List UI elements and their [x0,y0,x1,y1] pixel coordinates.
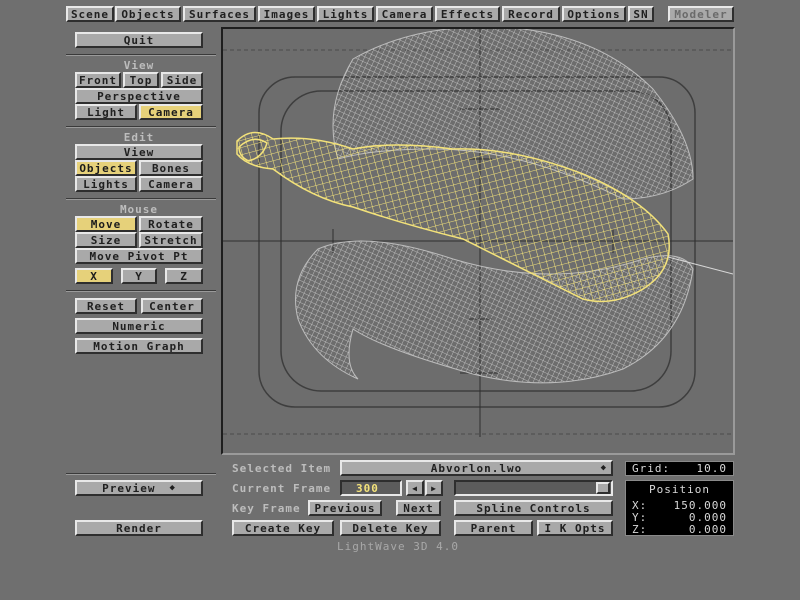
view-side-button[interactable]: Side [161,72,203,88]
spline-controls-button[interactable]: Spline Controls [454,500,613,516]
position-z-value: 0.000 [688,523,727,536]
grid-readout: Grid: 10.0 [625,461,734,476]
tab-effects[interactable]: Effects [435,6,500,22]
axis-y-toggle[interactable]: Y [121,268,157,284]
modeler-button[interactable]: Modeler [668,6,734,22]
divider [66,473,216,475]
grid-label: Grid: [632,462,671,475]
tab-surfaces[interactable]: Surfaces [183,6,256,22]
tab-record[interactable]: Record [502,6,560,22]
move-pivot-button[interactable]: Move Pivot Pt [75,248,203,264]
updown-arrows-icon: ◆ [600,463,607,473]
frame-prev-button[interactable]: ◀ [406,480,424,496]
updown-arrows-icon: ◆ [169,483,176,493]
view-header: View [123,59,155,72]
key-frame-label: Key Frame [232,502,301,515]
axis-z-toggle[interactable]: Z [165,268,203,284]
view-front-button[interactable]: Front [75,72,121,88]
preview-label: Preview [102,481,156,495]
mouse-move-button[interactable]: Move [75,216,137,232]
edit-objects-button[interactable]: Objects [75,160,137,176]
left-arrow-icon: ◀ [412,483,418,493]
position-title: Position [649,483,710,496]
frame-slider[interactable] [454,480,613,496]
camera-viewport[interactable] [221,27,735,455]
axis-x-toggle[interactable]: X [75,268,113,284]
current-frame-input[interactable]: 300 [340,480,402,496]
quit-button[interactable]: Quit [75,32,203,48]
mouse-header: Mouse [119,203,159,216]
tab-sn[interactable]: SN [628,6,654,22]
selected-item-dropdown[interactable]: Abvorlon.lwo ◆ [340,460,613,476]
position-readout: Position X: 150.000 Y: 0.000 Z: 0.000 [625,480,734,536]
frame-slider-thumb[interactable] [596,482,610,494]
parent-button[interactable]: Parent [454,520,533,536]
mouse-size-button[interactable]: Size [75,232,137,248]
selected-item-label: Selected Item [232,462,332,475]
edit-camera-button[interactable]: Camera [139,176,203,192]
current-frame-label: Current Frame [232,482,332,495]
next-key-button[interactable]: Next [396,500,441,516]
render-button[interactable]: Render [75,520,203,536]
tab-images[interactable]: Images [258,6,315,22]
view-camera-button[interactable]: Camera [139,104,203,120]
tab-scene[interactable]: Scene [66,6,114,22]
previous-key-button[interactable]: Previous [308,500,382,516]
divider [66,126,216,128]
numeric-button[interactable]: Numeric [75,318,203,334]
view-light-button[interactable]: Light [75,104,137,120]
edit-view-button[interactable]: View [75,144,203,160]
create-key-button[interactable]: Create Key [232,520,334,536]
preview-dropdown[interactable]: Preview ◆ [75,480,203,496]
frame-next-button[interactable]: ▶ [425,480,443,496]
delete-key-button[interactable]: Delete Key [340,520,441,536]
divider [66,290,216,292]
reset-button[interactable]: Reset [75,298,137,314]
tab-lights[interactable]: Lights [317,6,374,22]
mouse-stretch-button[interactable]: Stretch [139,232,203,248]
tab-camera[interactable]: Camera [376,6,433,22]
edit-bones-button[interactable]: Bones [139,160,203,176]
grid-value: 10.0 [696,462,727,475]
edit-lights-button[interactable]: Lights [75,176,137,192]
right-arrow-icon: ▶ [431,483,437,493]
view-perspective-button[interactable]: Perspective [75,88,203,104]
mouse-rotate-button[interactable]: Rotate [139,216,203,232]
tab-objects[interactable]: Objects [115,6,181,22]
tab-options[interactable]: Options [562,6,626,22]
edit-header: Edit [123,131,155,144]
divider [66,198,216,200]
view-top-button[interactable]: Top [123,72,159,88]
center-button[interactable]: Center [141,298,203,314]
scene-wireframe [223,29,733,437]
app-footer-label: LightWave 3D 4.0 [337,540,459,553]
selected-item-value: Abvorlon.lwo [430,461,523,475]
divider [66,54,216,56]
ik-opts-button[interactable]: I K Opts [537,520,613,536]
position-z-label: Z: [632,523,648,536]
motion-graph-button[interactable]: Motion Graph [75,338,203,354]
